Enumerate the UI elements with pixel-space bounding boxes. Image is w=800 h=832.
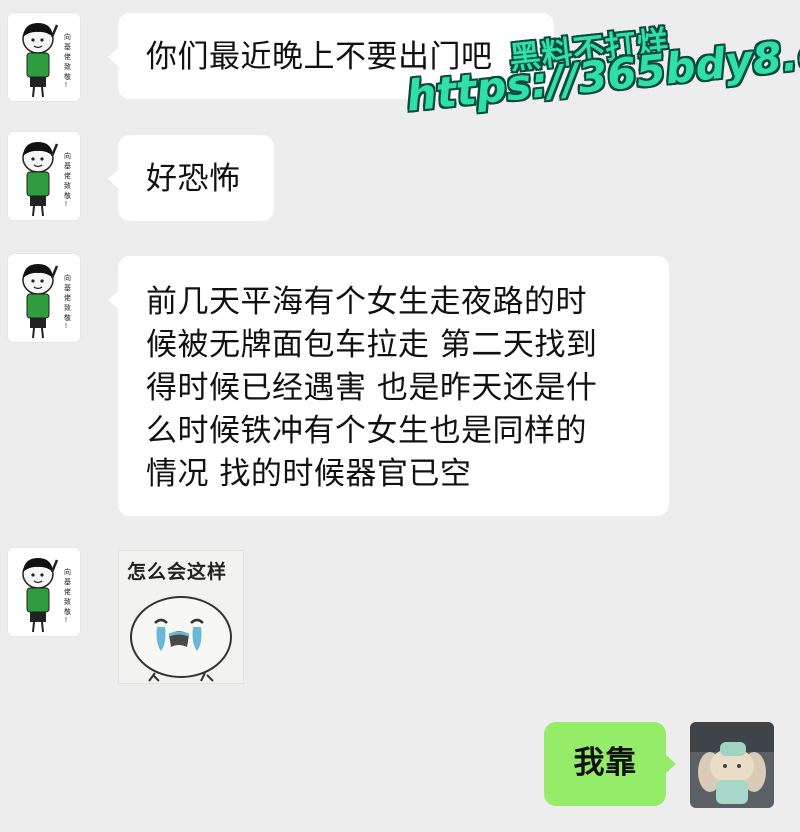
message-text: 好恐怖 [146,161,241,197]
plush-toy-avatar-icon [690,722,774,808]
svg-text:基: 基 [64,283,71,292]
svg-text:佬: 佬 [64,52,71,61]
svg-text:向: 向 [64,151,71,160]
svg-text:致: 致 [64,181,71,190]
svg-text:佬: 佬 [64,587,71,596]
meme-avatar-icon: 向 基 佬 致 敬 ! [8,13,80,101]
svg-text:敬: 敬 [64,607,71,616]
svg-text:致: 致 [64,597,71,606]
svg-text:佬: 佬 [64,293,71,302]
message-line: 候被无牌面包车拉走 第二天找到 [146,327,598,363]
message-bubble[interactable]: 前几天平海有个女生走夜路的时 候被无牌面包车拉走 第二天找到 得时候已经遇害 也… [108,256,669,516]
svg-text:致: 致 [64,62,71,71]
meme-avatar-icon: 向 基 佬 致 敬 ! [8,548,80,636]
meme-avatar-icon: 向 基 佬 致 敬 ! [8,254,80,342]
svg-text:敬: 敬 [64,191,71,200]
svg-text:敬: 敬 [64,72,71,81]
sender-avatar[interactable]: 向 基 佬 致 敬 ! [8,132,80,220]
svg-text:敬: 敬 [64,313,71,322]
svg-text:致: 致 [64,303,71,312]
sender-avatar[interactable]: 向 基 佬 致 敬 ! [8,548,80,636]
sender-avatar[interactable]: 向 基 佬 致 敬 ! [8,13,80,101]
svg-text:向: 向 [64,567,71,576]
svg-text:基: 基 [64,42,71,51]
message-text: 我靠 [573,745,637,781]
svg-text:基: 基 [64,577,71,586]
meme-avatar-icon: 向 基 佬 致 敬 ! [8,132,80,220]
self-avatar[interactable] [690,722,774,808]
svg-text:佬: 佬 [64,171,71,180]
message-bubble-outgoing[interactable]: 我靠 [544,722,676,806]
message-line: 情况 找的时候器官已空 [146,456,472,492]
svg-text:!: ! [65,323,67,330]
message-line: 前几天平海有个女生走夜路的时 [146,284,587,320]
svg-text:!: ! [65,617,67,624]
sticker-message[interactable]: 怎么会这样 [118,550,244,684]
svg-text:!: ! [65,201,67,208]
svg-text:向: 向 [64,273,71,282]
message-line: 么时候铁冲有个女生也是同样的 [146,413,587,449]
svg-text:向: 向 [64,32,71,41]
crying-face-icon [130,596,232,682]
message-line: 得时候已经遇害 也是昨天还是什 [146,370,598,406]
svg-text:!: ! [65,82,67,89]
svg-text:基: 基 [64,161,71,170]
message-bubble[interactable]: 好恐怖 [108,135,274,221]
sender-avatar[interactable]: 向 基 佬 致 敬 ! [8,254,80,342]
